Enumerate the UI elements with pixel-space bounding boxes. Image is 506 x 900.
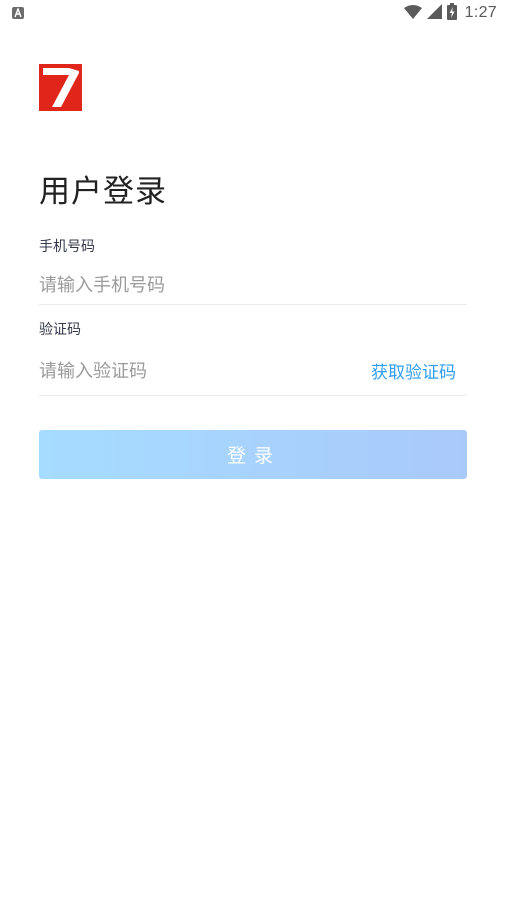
login-screen: 1:27 用户登录 手机号码 验证码 获取验证码 登录 [0, 0, 506, 900]
code-label: 验证码 [39, 322, 81, 338]
status-bar-right: 1:27 [403, 2, 497, 24]
verification-code-input[interactable] [39, 357, 359, 385]
wifi-icon [403, 4, 422, 23]
page-title: 用户登录 [39, 174, 167, 210]
cellular-signal-icon [426, 3, 442, 23]
battery-charging-icon [446, 2, 457, 24]
code-divider [39, 395, 467, 396]
notification-a-icon [12, 7, 24, 19]
login-button[interactable]: 登录 [39, 430, 467, 479]
phone-label: 手机号码 [39, 239, 95, 255]
get-code-button[interactable]: 获取验证码 [371, 358, 456, 383]
app-logo [39, 64, 82, 111]
phone-input[interactable] [39, 271, 459, 299]
phone-divider [39, 304, 467, 305]
clock-time: 1:27 [464, 4, 497, 21]
status-bar: 1:27 [0, 0, 506, 26]
